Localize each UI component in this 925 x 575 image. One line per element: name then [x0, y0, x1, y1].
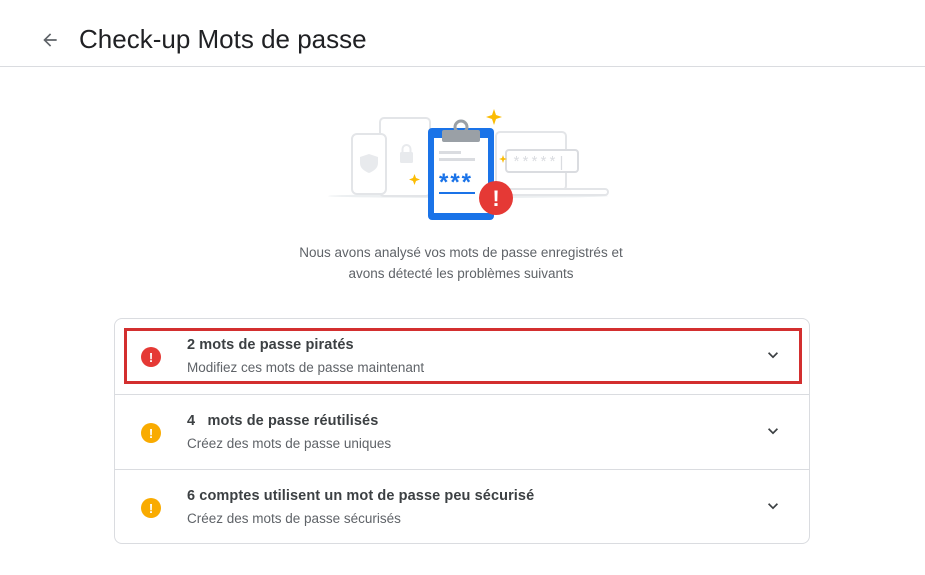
intro-line-1: Nous avons analysé vos mots de passe enr… [299, 245, 623, 260]
page-header: Check-up Mots de passe [0, 0, 925, 67]
expand-button[interactable] [763, 496, 783, 516]
issue-title: 6 comptes utilisent un mot de passe peu … [187, 488, 535, 504]
masked-password-text: *** [439, 169, 473, 196]
warning-icon: ! [141, 498, 161, 518]
issue-subtitle: Créez des mots de passe uniques [187, 436, 392, 451]
intro-line-2: avons détecté les problèmes suivants [348, 266, 574, 281]
page-title: Check-up Mots de passe [79, 24, 367, 54]
intro-text: Nous avons analysé vos mots de passe enr… [211, 242, 711, 284]
expand-button[interactable] [763, 345, 783, 365]
arrow-back-icon [43, 33, 57, 47]
warning-icon: ! [141, 423, 161, 443]
back-button[interactable] [34, 24, 66, 56]
password-field-text: *****| [512, 155, 566, 172]
chevron-down-icon [768, 503, 778, 510]
chevron-down-icon [768, 428, 778, 435]
sparkle-icon [486, 109, 502, 125]
chevron-down-icon [768, 352, 778, 359]
issues-card: ! 2 mots de passe piratés Modifiez ces m… [114, 318, 810, 544]
issue-title: 2 mots de passe piratés [187, 337, 354, 353]
alert-badge-glyph: ! [492, 186, 499, 211]
password-checkup-illustration: *****| *** ! [328, 109, 609, 220]
issue-row-weak[interactable]: ! 6 comptes utilisent un mot de passe pe… [115, 470, 809, 545]
issue-title: 4 mots de passe réutilisés [187, 413, 379, 429]
expand-button[interactable] [763, 421, 783, 441]
issue-row-compromised[interactable]: ! 2 mots de passe piratés Modifiez ces m… [115, 319, 809, 394]
issue-subtitle: Modifiez ces mots de passe maintenant [187, 360, 425, 375]
issue-row-reused[interactable]: ! 4 mots de passe réutilisés Créez des m… [115, 395, 809, 470]
issue-subtitle: Créez des mots de passe sécurisés [187, 511, 401, 526]
error-icon: ! [141, 347, 161, 367]
